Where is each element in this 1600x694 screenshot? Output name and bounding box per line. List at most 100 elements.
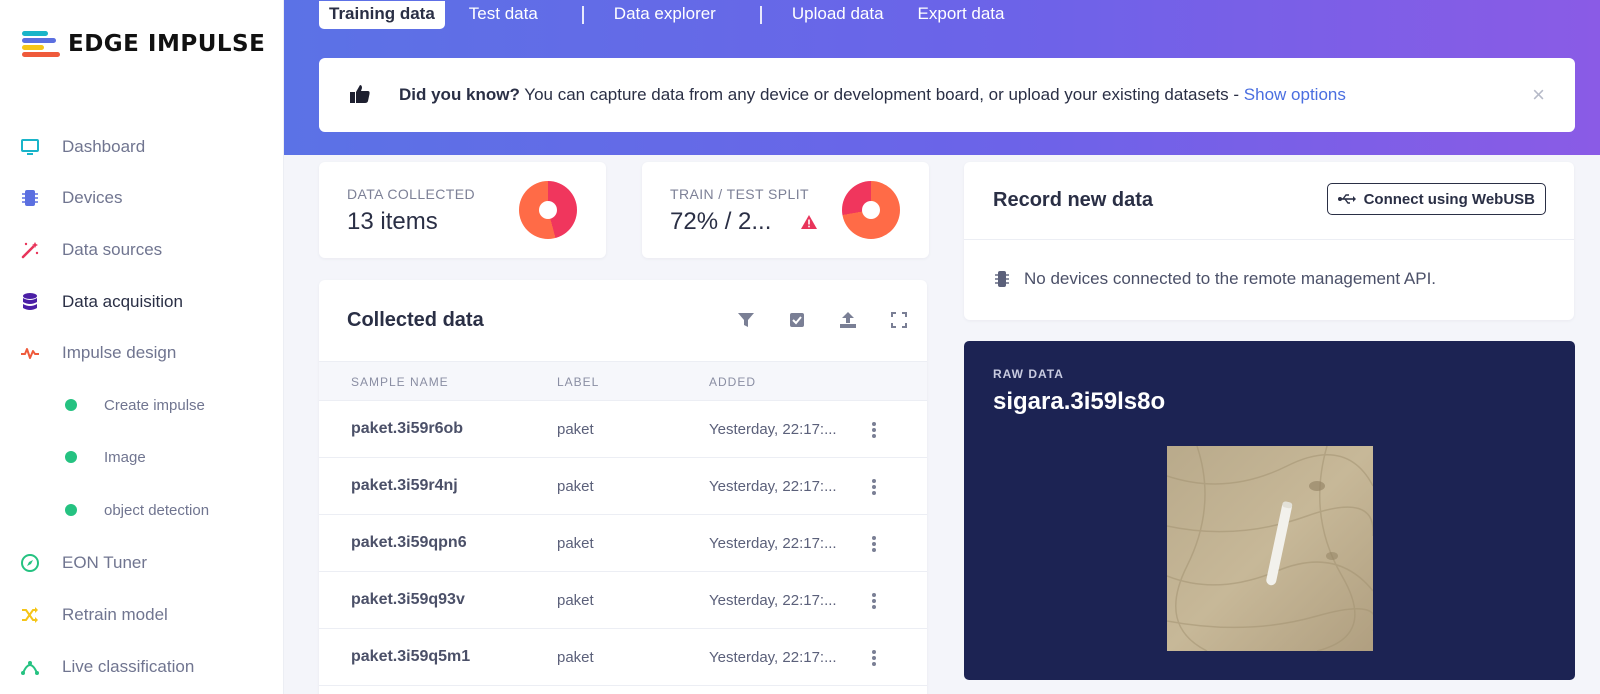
chip-icon xyxy=(994,270,1010,293)
table-row[interactable]: paket.3i59q93v paket Yesterday, 22:17:..… xyxy=(319,572,927,629)
column-header-added[interactable]: ADDED xyxy=(709,375,756,389)
sidebar-item-label: object detection xyxy=(104,501,210,519)
more-options-icon[interactable] xyxy=(871,479,877,495)
stat-value: 13 items xyxy=(347,208,438,235)
raw-sample-name: sigara.3i59ls8o xyxy=(993,388,1166,415)
compass-icon xyxy=(20,553,40,573)
sidebar-item-label: Dashboard xyxy=(62,137,146,156)
did-you-know-banner: Did you know? You can capture data from … xyxy=(319,58,1575,132)
sidebar-item-label: Devices xyxy=(62,188,123,207)
tab-data-explorer[interactable]: Data explorer xyxy=(604,1,726,29)
sidebar-item-label: Create impulse xyxy=(104,396,205,414)
sidebar-item-label: Impulse design xyxy=(62,343,177,362)
raw-data-panel: RAW DATA sigara.3i59ls8o xyxy=(964,341,1575,680)
more-options-icon[interactable] xyxy=(871,536,877,552)
sidebar-item-live-classification[interactable]: Live classification xyxy=(0,647,284,687)
sidebar-item-object-detection[interactable]: object detection xyxy=(0,490,284,530)
donut-chart xyxy=(842,181,900,239)
column-header-label[interactable]: LABEL xyxy=(557,375,599,389)
status-dot-icon xyxy=(65,399,77,411)
stat-title: TRAIN / TEST SPLIT xyxy=(670,186,809,202)
panel-title: Record new data xyxy=(993,189,1154,211)
sidebar-item-dashboard[interactable]: Dashboard xyxy=(0,127,284,167)
show-options-link[interactable]: Show options xyxy=(1244,85,1346,104)
shuffle-icon xyxy=(20,605,40,625)
sidebar-item-label: Data acquisition xyxy=(62,292,183,311)
thumbs-up-icon xyxy=(349,84,371,109)
more-options-icon[interactable] xyxy=(871,422,877,438)
table-header: SAMPLE NAME LABEL ADDED xyxy=(319,361,927,401)
donut-chart xyxy=(519,181,577,239)
stat-title: DATA COLLECTED xyxy=(347,186,475,202)
sidebar-item-retrain-model[interactable]: Retrain model xyxy=(0,595,284,635)
sample-name[interactable]: paket.3i59q5m1 xyxy=(351,648,470,666)
data-collected-card: DATA COLLECTED 13 items xyxy=(319,162,606,258)
sidebar: EDGE IMPULSE Dashboard Devices Data sour… xyxy=(0,0,284,694)
brand-logo[interactable]: EDGE IMPULSE xyxy=(22,28,265,60)
sidebar-item-data-acquisition[interactable]: Data acquisition xyxy=(0,282,284,322)
status-dot-icon xyxy=(65,451,77,463)
connect-webusb-button[interactable]: Connect using WebUSB xyxy=(1326,183,1546,215)
record-new-data-panel: Record new data Connect using WebUSB No … xyxy=(964,162,1574,320)
banner-message: Did you know? You can capture data from … xyxy=(399,85,1346,105)
sample-label: paket xyxy=(557,478,594,495)
banner-text: You can capture data from any device or … xyxy=(519,85,1244,104)
sidebar-item-create-impulse[interactable]: Create impulse xyxy=(0,385,284,425)
column-header-sample-name[interactable]: SAMPLE NAME xyxy=(351,375,449,389)
sample-label: paket xyxy=(557,649,594,666)
sample-name[interactable]: paket.3i59r6ob xyxy=(351,420,463,438)
sample-label: paket xyxy=(557,592,594,609)
logo-icon xyxy=(22,28,62,60)
sidebar-item-devices[interactable]: Devices xyxy=(0,178,284,218)
select-checkbox-icon[interactable] xyxy=(787,310,807,330)
collected-data-panel: Collected data SAMPLE NAME LABEL ADDED p… xyxy=(319,280,927,694)
more-options-icon[interactable] xyxy=(871,650,877,666)
sample-added: Yesterday, 22:17:... xyxy=(709,649,837,666)
panel-toolbar xyxy=(705,310,909,330)
table-row[interactable]: paket.3i59r4nj paket Yesterday, 22:17:..… xyxy=(319,458,927,515)
sample-added: Yesterday, 22:17:... xyxy=(709,421,837,438)
usb-icon xyxy=(1337,192,1356,210)
tab-training-data[interactable]: Training data xyxy=(319,1,445,29)
close-icon[interactable]: × xyxy=(1532,82,1545,108)
divider xyxy=(964,239,1574,240)
no-devices-message: No devices connected to the remote manag… xyxy=(1024,269,1437,288)
sidebar-item-label: Image xyxy=(104,448,146,466)
raw-data-label: RAW DATA xyxy=(993,367,1064,381)
expand-icon[interactable] xyxy=(889,310,909,330)
chip-icon xyxy=(20,188,40,208)
upload-icon[interactable] xyxy=(838,310,858,330)
stat-value: 72% / 2... xyxy=(670,208,772,235)
table-row[interactable]: paket.3i59qpn6 paket Yesterday, 22:17:..… xyxy=(319,515,927,572)
sidebar-item-eon-tuner[interactable]: EON Tuner xyxy=(0,543,284,583)
sample-name[interactable]: paket.3i59qpn6 xyxy=(351,534,467,552)
sidebar-item-impulse-design[interactable]: Impulse design xyxy=(0,333,284,373)
table-row[interactable]: paket.3i59q5m1 paket Yesterday, 22:17:..… xyxy=(319,629,927,686)
sample-image xyxy=(1167,446,1373,651)
train-test-split-card: TRAIN / TEST SPLIT 72% / 2... xyxy=(642,162,929,258)
button-label: Connect using WebUSB xyxy=(1363,190,1535,208)
sidebar-item-label: Data sources xyxy=(62,240,163,259)
sample-added: Yesterday, 22:17:... xyxy=(709,592,837,609)
database-icon xyxy=(20,292,40,312)
tab-export-data[interactable]: Export data xyxy=(908,1,1015,29)
tab-test-data[interactable]: Test data xyxy=(459,1,548,29)
sidebar-item-label: Retrain model xyxy=(62,605,168,624)
sample-label: paket xyxy=(557,535,594,552)
sidebar-item-image[interactable]: Image xyxy=(0,437,284,477)
brand-name: EDGE IMPULSE xyxy=(68,31,266,57)
more-options-icon[interactable] xyxy=(871,593,877,609)
warning-icon[interactable] xyxy=(800,214,818,235)
table-row[interactable]: paket.3i59r6ob paket Yesterday, 22:17:..… xyxy=(319,401,927,458)
sample-added: Yesterday, 22:17:... xyxy=(709,535,837,552)
sample-name[interactable]: paket.3i59r4nj xyxy=(351,477,458,495)
sidebar-item-label: Live classification xyxy=(62,657,195,676)
magic-wand-icon xyxy=(20,240,40,260)
status-dot-icon xyxy=(65,504,77,516)
filter-icon[interactable] xyxy=(736,310,756,330)
banner-bold-text: Did you know? xyxy=(399,85,520,104)
sample-name[interactable]: paket.3i59q93v xyxy=(351,591,465,609)
tab-upload-data[interactable]: Upload data xyxy=(782,1,894,29)
monitor-icon xyxy=(20,137,40,157)
sidebar-item-data-sources[interactable]: Data sources xyxy=(0,230,284,270)
